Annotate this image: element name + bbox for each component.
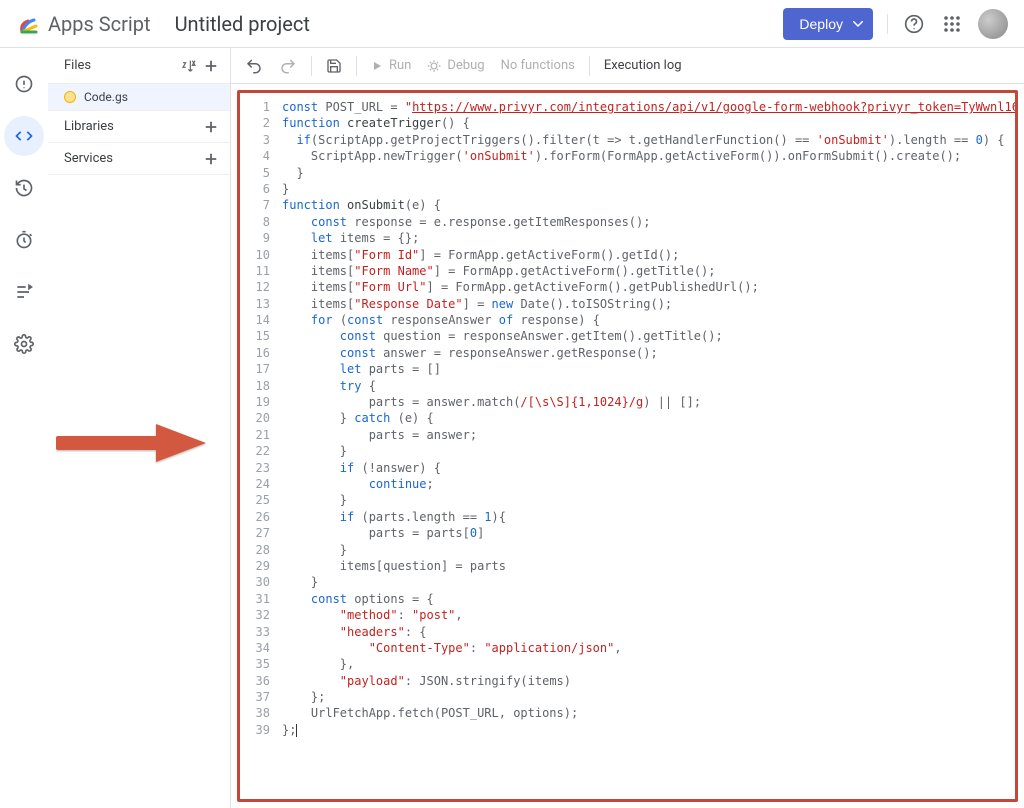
add-service-icon[interactable] [200,148,222,170]
file-name: Code.gs [84,90,128,104]
libraries-row[interactable]: Libraries [48,111,230,143]
code-content[interactable]: const POST_URL = "https://www.privyr.com… [276,93,1015,799]
function-picker[interactable]: No functions [495,54,581,77]
add-file-icon[interactable] [200,55,222,77]
chevron-down-icon [853,21,863,27]
redo-icon[interactable] [273,53,303,79]
brand-text: Apps Script [48,12,151,36]
divider [887,14,888,34]
project-title[interactable]: Untitled project [175,12,784,36]
left-rail [0,48,48,808]
sort-az-icon[interactable] [178,55,200,77]
libraries-label: Libraries [64,119,114,134]
rail-history-icon[interactable] [4,168,44,208]
editor-toolbar: Run Debug No functions Execution log [231,48,1024,84]
rail-settings-icon[interactable] [4,324,44,364]
rail-triggers-icon[interactable] [4,220,44,260]
debug-button[interactable]: Debug [421,54,490,77]
help-icon[interactable] [902,12,926,36]
deploy-label: Deploy [799,16,843,32]
file-status-icon [64,91,76,103]
file-sidebar: Files Code.gs Libraries Services [48,48,231,808]
rail-executions-icon[interactable] [4,272,44,312]
add-library-icon[interactable] [200,116,222,138]
code-editor[interactable]: 1234567891011121314151617181920212223242… [237,90,1018,802]
run-button[interactable]: Run [365,54,417,77]
rail-editor-icon[interactable] [4,116,44,156]
line-gutter: 1234567891011121314151617181920212223242… [240,93,276,799]
app-header: Apps Script Untitled project Deploy [0,0,1024,48]
execution-log-button[interactable]: Execution log [598,54,688,77]
file-code-gs[interactable]: Code.gs [48,84,230,111]
services-label: Services [64,151,113,166]
files-header: Files [48,48,230,84]
apps-grid-icon[interactable] [940,12,964,36]
rail-overview-icon[interactable] [4,64,44,104]
save-icon[interactable] [320,54,348,78]
apps-script-logo-icon [16,12,40,36]
files-label: Files [64,58,91,73]
editor-container: 1234567891011121314151617181920212223242… [231,84,1024,808]
main-area: Run Debug No functions Execution log 123… [231,48,1024,808]
deploy-button[interactable]: Deploy [783,8,873,40]
account-avatar[interactable] [978,9,1008,39]
services-row[interactable]: Services [48,143,230,175]
undo-icon[interactable] [239,53,269,79]
